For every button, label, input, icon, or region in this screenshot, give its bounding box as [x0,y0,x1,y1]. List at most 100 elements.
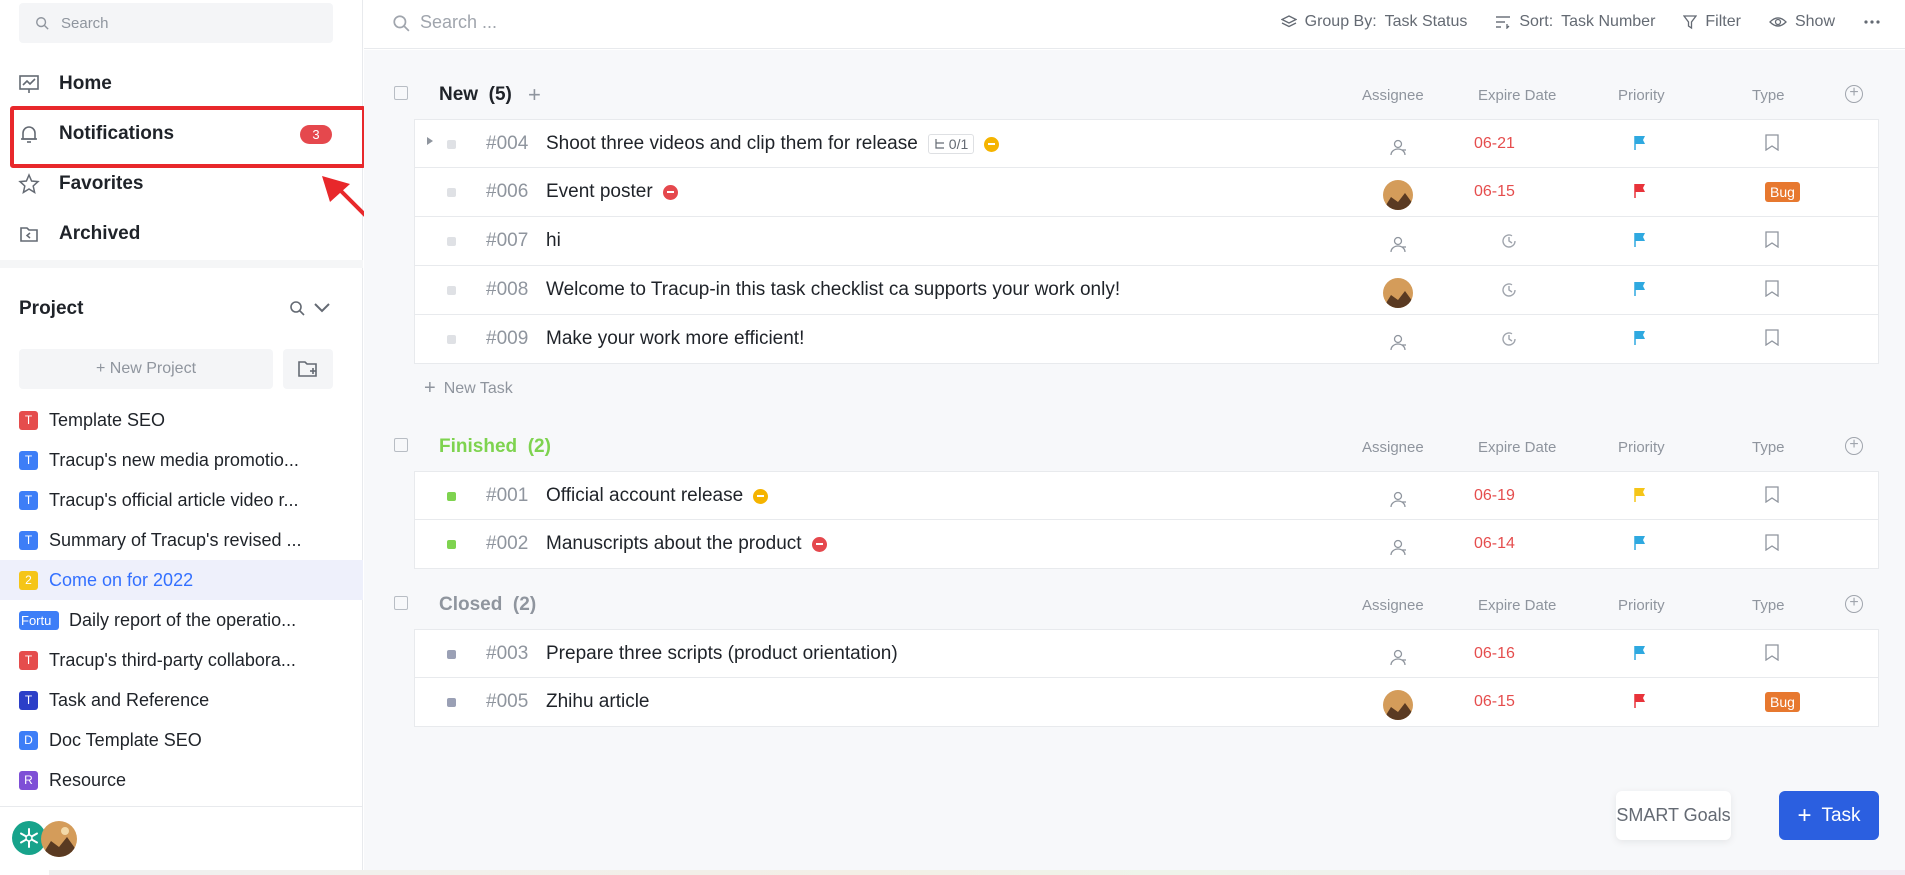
group-collapse-toggle[interactable] [394,86,408,100]
user-avatar[interactable] [41,821,77,857]
task-title: Welcome to Tracup-in this task checklist… [546,279,1121,300]
col-priority: Priority [1618,439,1665,456]
assignee-avatar[interactable] [1383,180,1413,210]
assignee-avatar[interactable] [1383,278,1413,308]
col-expire-date: Expire Date [1478,87,1557,104]
type-bookmark-icon[interactable] [1765,134,1779,156]
priority-flag-icon[interactable] [1633,645,1647,666]
expire-date[interactable]: 06-16 [1474,645,1515,663]
assignee-placeholder-icon[interactable] [1383,327,1413,357]
priority-flag-icon[interactable] [1633,135,1647,156]
task-row[interactable]: #004 Shoot three videos and clip them fo… [414,119,1879,168]
task-row[interactable]: #006 Event poster 06-15 Bug [414,168,1879,217]
clock-icon[interactable] [1500,232,1518,255]
task-row[interactable]: #005 Zhihu article 06-15 Bug [414,678,1879,727]
add-column-button[interactable]: + [1845,85,1863,103]
add-task-plus-button[interactable]: + [528,82,541,108]
assignee-placeholder-icon[interactable] [1383,642,1413,672]
type-badge[interactable]: Bug [1765,692,1800,712]
clock-icon[interactable] [1500,330,1518,353]
add-task-button[interactable]: + Task [1779,791,1879,840]
group-by-button[interactable]: Group By: Task Status [1280,13,1467,31]
task-row[interactable]: #002 Manuscripts about the product 06-14 [414,520,1879,569]
project-item[interactable]: D Doc Template SEO [0,720,363,760]
task-status-square [447,140,456,149]
task-status-square [447,540,456,549]
type-badge[interactable]: Bug [1765,182,1800,202]
task-row[interactable]: #003 Prepare three scripts (product orie… [414,629,1879,678]
assignee-avatar[interactable] [1383,690,1413,720]
task-row[interactable]: #009 Make your work more efficient! [414,315,1879,364]
task-row[interactable]: #008 Welcome to Tracup-in this task chec… [414,266,1879,315]
chart-screen-icon [19,75,39,93]
priority-flag-icon[interactable] [1633,487,1647,508]
smart-goals-button[interactable]: SMART Goals [1616,791,1731,840]
task-title: Manuscripts about the product [546,533,802,554]
expire-date[interactable]: 06-15 [1474,183,1515,201]
col-assignee: Assignee [1362,439,1424,456]
plus-icon: + [424,377,436,399]
priority-flag-icon[interactable] [1633,183,1647,204]
new-folder-button[interactable] [283,349,333,389]
assignee-placeholder-icon[interactable] [1383,132,1413,162]
type-bookmark-icon[interactable] [1765,231,1779,253]
group-collapse-toggle[interactable] [394,596,408,610]
priority-flag-icon[interactable] [1633,693,1647,714]
group-header-finished: Finished (2) Assignee Expire Date Priori… [364,426,1905,466]
more-options-button[interactable] [1863,19,1881,25]
task-number: #001 [486,485,529,506]
project-item[interactable]: T Tracup's third-party collabora... [0,640,363,680]
task-number: #008 [486,279,529,300]
group-collapse-toggle[interactable] [394,438,408,452]
type-bookmark-icon[interactable] [1765,486,1779,508]
bug-badge: Bug [1765,182,1800,202]
filter-button[interactable]: Filter [1683,13,1741,31]
nav-home[interactable]: Home [0,59,363,109]
assignee-placeholder-icon[interactable] [1383,229,1413,259]
type-bookmark-icon[interactable] [1765,534,1779,556]
project-item[interactable]: T Template SEO [0,400,363,440]
plus-icon: + [1797,801,1812,829]
project-item[interactable]: T Task and Reference [0,680,363,720]
add-column-button[interactable]: + [1845,437,1863,455]
priority-flag-icon[interactable] [1633,535,1647,556]
project-section-title: Project [19,298,84,319]
type-bookmark-icon[interactable] [1765,329,1779,351]
task-search-input[interactable]: Search ... [392,12,497,33]
expire-date[interactable]: 06-14 [1474,535,1515,553]
new-project-button[interactable]: + New Project [19,349,273,389]
project-item[interactable]: T Tracup's new media promotio... [0,440,363,480]
task-search-placeholder: Search ... [420,12,498,32]
priority-flag-icon[interactable] [1633,330,1647,351]
layers-icon [1280,15,1297,28]
type-bookmark-icon[interactable] [1765,280,1779,302]
chevron-down-icon[interactable] [313,302,331,314]
nav-archived[interactable]: Archived [0,209,363,259]
expire-date[interactable]: 06-21 [1474,135,1515,153]
task-title: hi [546,230,561,251]
project-item[interactable]: R Resource [0,760,363,800]
sidebar-search-input[interactable]: Search [19,3,333,43]
project-item-active[interactable]: 2 Come on for 2022 [0,560,363,600]
task-row[interactable]: #007 hi [414,217,1879,266]
project-search-icon[interactable] [289,300,305,316]
clock-icon[interactable] [1500,281,1518,304]
eye-icon [1769,17,1787,27]
type-bookmark-icon[interactable] [1765,644,1779,666]
priority-flag-icon[interactable] [1633,281,1647,302]
show-button[interactable]: Show [1769,13,1835,31]
add-column-button[interactable]: + [1845,595,1863,613]
assignee-placeholder-icon[interactable] [1383,532,1413,562]
project-item[interactable]: T Summary of Tracup's revised ... [0,520,363,560]
task-row[interactable]: #001 Official account release 06-19 [414,471,1879,520]
project-item[interactable]: Fortu Daily report of the operatio... [0,600,363,640]
sort-button[interactable]: Sort: Task Number [1495,13,1655,31]
filter-label: Filter [1705,13,1741,30]
expand-subtasks-icon[interactable] [427,137,433,145]
new-task-button[interactable]: + New Task [424,377,513,400]
priority-flag-icon[interactable] [1633,232,1647,253]
expire-date[interactable]: 06-19 [1474,487,1515,505]
project-item[interactable]: T Tracup's official article video r... [0,480,363,520]
expire-date[interactable]: 06-15 [1474,693,1515,711]
assignee-placeholder-icon[interactable] [1383,484,1413,514]
